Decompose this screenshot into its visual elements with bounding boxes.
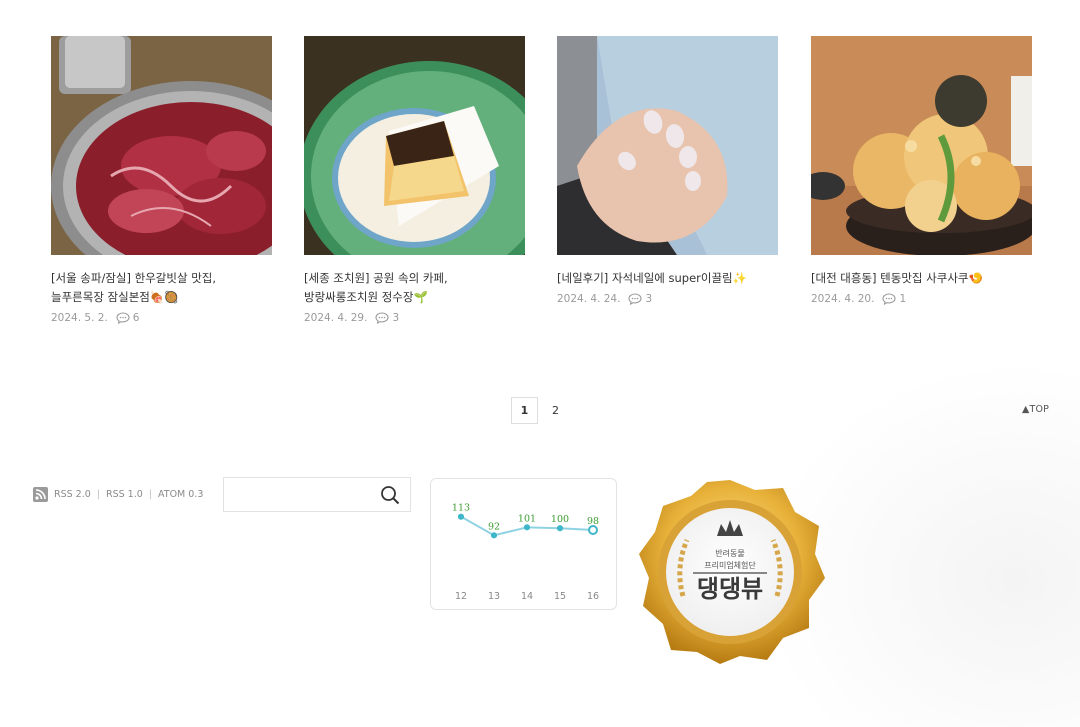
data-point[interactable] — [523, 524, 531, 531]
post-meta: 2024. 4. 20. 1 — [811, 293, 1032, 305]
comment-icon — [116, 312, 130, 324]
post-date: 2024. 4. 24. — [557, 293, 621, 305]
atom-link[interactable]: ATOM 0.3 — [158, 489, 203, 500]
rss1-link[interactable]: RSS 1.0 — [106, 489, 143, 500]
page-1-button[interactable]: 1 — [511, 397, 538, 424]
back-to-top-link[interactable]: ▲TOP — [1022, 404, 1049, 415]
data-label: 92 — [488, 521, 500, 532]
rss-icon — [33, 487, 48, 502]
premium-reviewer-badge[interactable]: 반려동물 프리미엄체험단 댕댕뷰 — [635, 478, 825, 666]
post-card: [네일후기] 자석네일에 super이끌림✨ 2024. 4. 24. 3 — [557, 36, 778, 305]
post-title[interactable]: [네일후기] 자석네일에 super이끌림✨ — [557, 269, 778, 288]
post-date: 2024. 4. 20. — [811, 293, 875, 305]
visitor-line-chart: 113 12 92 13 101 14 100 15 98 16 — [452, 503, 599, 602]
search-input[interactable] — [224, 478, 390, 511]
cheesecake-photo[interactable] — [304, 36, 525, 255]
data-label: 101 — [518, 513, 536, 524]
data-point[interactable] — [556, 525, 564, 532]
x-tick-label: 14 — [521, 591, 533, 602]
post-date: 2024. 4. 29. — [304, 312, 368, 324]
divider: | — [96, 489, 100, 500]
tendon-photo[interactable] — [811, 36, 1032, 255]
comment-icon — [375, 312, 390, 324]
grilled-beef-photo[interactable] — [51, 36, 272, 255]
pagination: 1 2 — [511, 397, 559, 424]
data-point[interactable] — [490, 532, 498, 539]
visitor-chart: 113 12 92 13 101 14 100 15 98 16 — [430, 478, 617, 610]
comment-count[interactable]: 3 — [375, 312, 399, 324]
data-label: 113 — [452, 503, 470, 514]
post-meta: 2024. 4. 29. 3 — [304, 312, 525, 324]
x-tick-label: 16 — [587, 591, 599, 602]
badge-line1: 반려동물 — [715, 548, 744, 558]
feed-links: RSS 2.0 | RSS 1.0 | ATOM 0.3 — [33, 487, 203, 502]
post-card: [대전 대흥동] 텐동맛집 사쿠사쿠🍤 2024. 4. 20. 1 — [811, 36, 1032, 305]
x-tick-label: 12 — [455, 591, 467, 602]
search-button[interactable] — [380, 485, 400, 505]
nail-photo[interactable] — [557, 36, 778, 255]
search-box — [223, 477, 411, 512]
comment-count[interactable]: 3 — [628, 293, 652, 305]
comment-icon — [628, 293, 643, 305]
post-title[interactable]: [세종 조치원] 공원 속의 카페, 방랑싸롱조치원 정수장🌱 — [304, 269, 525, 307]
post-title[interactable]: [대전 대흥동] 텐동맛집 사쿠사쿠🍤 — [811, 269, 1032, 288]
page-2-button[interactable]: 2 — [552, 404, 559, 417]
post-meta: 2024. 5. 2. 6 — [51, 312, 272, 324]
post-card: [세종 조치원] 공원 속의 카페, 방랑싸롱조치원 정수장🌱 2024. 4.… — [304, 36, 525, 324]
data-point[interactable] — [457, 513, 465, 520]
post-meta: 2024. 4. 24. 3 — [557, 293, 778, 305]
post-title[interactable]: [서울 송파/잠실] 한우갈빗살 맛집, 늘푸른목장 잠실본점🍖🥘 — [51, 269, 272, 307]
comment-count[interactable]: 1 — [882, 293, 906, 305]
x-tick-label: 13 — [488, 591, 500, 602]
post-date: 2024. 5. 2. — [51, 312, 108, 324]
data-label: 98 — [587, 516, 599, 527]
comment-icon — [882, 293, 897, 305]
data-point[interactable] — [588, 525, 598, 535]
search-icon — [381, 486, 400, 505]
badge-line2: 프리미엄체험단 — [704, 560, 756, 570]
x-tick-label: 15 — [554, 591, 566, 602]
post-grid: [서울 송파/잠실] 한우갈빗살 맛집, 늘푸른목장 잠실본점🍖🥘 2024. … — [51, 36, 1032, 346]
badge-brand: 댕댕뷰 — [697, 575, 763, 603]
rss2-link[interactable]: RSS 2.0 — [54, 489, 91, 500]
comment-count[interactable]: 6 — [116, 312, 139, 324]
post-card: [서울 송파/잠실] 한우갈빗살 맛집, 늘푸른목장 잠실본점🍖🥘 2024. … — [51, 36, 272, 324]
data-label: 100 — [551, 514, 569, 525]
divider: | — [148, 489, 152, 500]
